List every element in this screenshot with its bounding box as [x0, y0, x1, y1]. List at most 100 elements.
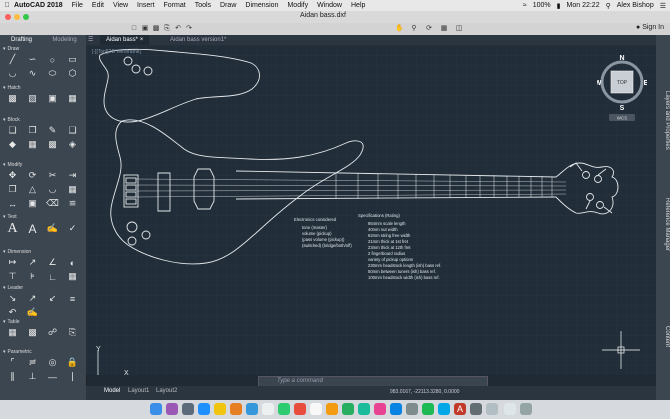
- zoom-window-button[interactable]: [23, 14, 29, 20]
- compass-east[interactable]: E: [644, 80, 647, 87]
- spell-check-icon[interactable]: ✓: [65, 223, 80, 234]
- edit-block-icon[interactable]: ✎: [45, 125, 60, 136]
- tab-drafting[interactable]: Drafting: [0, 35, 43, 45]
- wifi-icon[interactable]: ≈: [523, 2, 527, 9]
- menu-modify[interactable]: Modify: [287, 2, 308, 9]
- command-input[interactable]: Type a command: [277, 378, 323, 384]
- menu-view[interactable]: View: [113, 2, 128, 9]
- menu-edit[interactable]: Edit: [92, 2, 104, 9]
- hatch-icon[interactable]: ▩: [5, 93, 20, 104]
- section-block[interactable]: ▾ Block: [3, 117, 20, 123]
- viewport-icon[interactable]: ▦: [440, 25, 448, 33]
- ordinate-dim-icon[interactable]: ∟: [45, 271, 60, 282]
- boundary-icon[interactable]: ▣: [45, 93, 60, 104]
- spline-icon[interactable]: ∿: [25, 68, 40, 79]
- table-export-icon[interactable]: ⎘: [65, 327, 80, 338]
- erase-icon[interactable]: ⌫: [45, 198, 60, 209]
- section-dimension[interactable]: ▾ Dimension: [3, 249, 31, 255]
- scissors-icon[interactable]: ✂: [45, 170, 60, 181]
- trash-icon[interactable]: [520, 403, 532, 415]
- collect-leader-icon[interactable]: ↶: [5, 307, 20, 318]
- new-icon[interactable]: □: [130, 25, 138, 33]
- attribute-icon[interactable]: ❑: [65, 125, 80, 136]
- fillet-icon[interactable]: ◡: [45, 184, 60, 195]
- block-tag-icon[interactable]: ◆: [5, 139, 20, 150]
- drawing-canvas[interactable]: Electronics considered tone (master) vol…: [86, 45, 656, 375]
- section-leader[interactable]: ▾ Leader: [3, 285, 23, 291]
- section-hatch[interactable]: ▾ Hatch: [3, 85, 21, 91]
- apple-icon[interactable]: : [0, 2, 14, 9]
- scale-icon[interactable]: ▣: [25, 198, 40, 209]
- preview-icon[interactable]: [486, 403, 498, 415]
- tab-aidan-bass-version1[interactable]: Aidan bass version1*: [164, 35, 232, 45]
- baseline-dim-icon[interactable]: ⊤: [5, 271, 20, 282]
- spotify-icon[interactable]: [422, 403, 434, 415]
- remove-leader-icon[interactable]: ↙: [45, 293, 60, 304]
- table-style-icon[interactable]: ▩: [25, 327, 40, 338]
- downloads-icon[interactable]: [504, 403, 516, 415]
- insert-block-icon[interactable]: ❏: [5, 125, 20, 136]
- gradient-icon[interactable]: ▧: [25, 93, 40, 104]
- angular-dim-icon[interactable]: ∠: [45, 257, 60, 268]
- vertical-icon[interactable]: ❘: [65, 371, 80, 382]
- siri-icon[interactable]: [166, 403, 178, 415]
- layer-icon[interactable]: ◫: [455, 25, 463, 33]
- section-modify[interactable]: ▾ Modify: [3, 162, 22, 168]
- polyline-icon[interactable]: ∽: [25, 54, 40, 65]
- section-text[interactable]: ▾ Text: [3, 214, 17, 220]
- user-name[interactable]: Alex Bishop: [617, 2, 654, 9]
- block-attdef-icon[interactable]: ▦: [25, 139, 40, 150]
- tab-layout1[interactable]: Layout1: [128, 388, 149, 394]
- radius-dim-icon[interactable]: ◐: [65, 257, 80, 268]
- fix-icon[interactable]: 🔒: [65, 357, 80, 368]
- collinear-icon[interactable]: ≓: [25, 357, 40, 368]
- add-leader-icon[interactable]: ↗: [25, 293, 40, 304]
- horizontal-icon[interactable]: —: [45, 371, 60, 382]
- mail-icon[interactable]: [246, 403, 258, 415]
- menu-file[interactable]: File: [72, 2, 83, 9]
- menu-window[interactable]: Window: [317, 2, 342, 9]
- menu-app[interactable]: AutoCAD 2018: [14, 2, 63, 9]
- compass-south[interactable]: S: [620, 105, 625, 112]
- rotate-icon[interactable]: ⟳: [25, 170, 40, 181]
- continue-dim-icon[interactable]: ⊧: [25, 271, 40, 282]
- print-icon[interactable]: ⎘: [163, 25, 171, 33]
- tab-layout2[interactable]: Layout2: [156, 388, 177, 394]
- firefox-icon[interactable]: [230, 403, 242, 415]
- zoom-icon[interactable]: ⚲: [410, 25, 418, 33]
- parallel-icon[interactable]: ∥: [5, 371, 20, 382]
- clock[interactable]: Mon 22:22: [567, 2, 600, 9]
- tab-reference-manager[interactable]: Reference Manager: [656, 185, 670, 265]
- array-icon[interactable]: ▦: [65, 184, 80, 195]
- app-store-icon[interactable]: [390, 403, 402, 415]
- mirror-icon[interactable]: △: [25, 184, 40, 195]
- leader-style-icon[interactable]: ✍: [25, 307, 40, 318]
- calendar-icon[interactable]: [310, 403, 322, 415]
- save-icon[interactable]: ▩: [152, 25, 160, 33]
- text-style-icon[interactable]: ✍: [45, 223, 60, 234]
- block-manage-icon[interactable]: ▩: [45, 139, 60, 150]
- tab-model[interactable]: Model: [104, 388, 120, 394]
- safari-icon[interactable]: [198, 403, 210, 415]
- close-icon[interactable]: ×: [140, 37, 144, 43]
- stretch-icon[interactable]: ↔: [5, 198, 20, 209]
- menu-draw[interactable]: Draw: [220, 2, 236, 9]
- polygon-icon[interactable]: ⬡: [65, 68, 80, 79]
- menu-help[interactable]: Help: [351, 2, 365, 9]
- search-icon[interactable]: ⚲: [606, 2, 611, 10]
- line-icon[interactable]: ╱: [5, 54, 20, 65]
- create-block-icon[interactable]: ❐: [25, 125, 40, 136]
- circle-icon[interactable]: ○: [45, 54, 60, 65]
- menu-tools[interactable]: Tools: [195, 2, 211, 9]
- close-window-button[interactable]: [5, 14, 11, 20]
- single-line-text-icon[interactable]: A: [25, 222, 40, 236]
- menu-dimension[interactable]: Dimension: [245, 2, 278, 9]
- chrome-icon[interactable]: [214, 403, 226, 415]
- compass-north[interactable]: N: [619, 55, 624, 62]
- photos-icon[interactable]: [294, 403, 306, 415]
- menu-icon[interactable]: ☰: [86, 35, 98, 45]
- undo-icon[interactable]: ↶: [174, 25, 182, 33]
- viewcube[interactable]: TOP N S E W WCS: [597, 53, 647, 123]
- tab-aidan-bass[interactable]: Aidan bass* ×: [100, 35, 150, 45]
- messages-icon[interactable]: [358, 403, 370, 415]
